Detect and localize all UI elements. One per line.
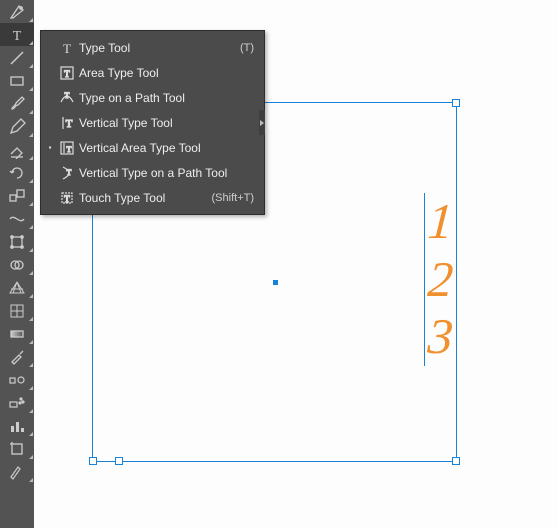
flyout-item-vertical-type[interactable]: T Vertical Type Tool xyxy=(41,110,264,135)
flyout-item-type[interactable]: T Type Tool(T) xyxy=(41,35,264,60)
svg-text:T: T xyxy=(13,29,22,44)
svg-text:T: T xyxy=(67,145,72,154)
handle-bottom-left[interactable] xyxy=(89,457,97,465)
perspective-grid-tool[interactable] xyxy=(0,276,34,299)
flyout-item-vertical-area-type[interactable]: ▪ T Vertical Area Type Tool xyxy=(41,135,264,160)
type-path-icon: T xyxy=(55,90,79,106)
flyout-label: Type on a Path Tool xyxy=(79,91,254,105)
type-tool-flyout: T Type Tool(T) T Area Type Tool T Type on a P… xyxy=(40,30,265,215)
handle-top-right[interactable] xyxy=(452,99,460,107)
area-type-icon: T xyxy=(55,65,79,81)
text-number: 1 xyxy=(423,193,458,251)
vertical-area-type-icon: T xyxy=(55,140,79,156)
vertical-text-column[interactable]: 1 2 3 xyxy=(424,193,456,366)
flyout-label: Vertical Area Type Tool xyxy=(79,141,254,155)
svg-text:T: T xyxy=(63,41,71,56)
svg-text:T: T xyxy=(66,118,73,130)
rotate-tool[interactable] xyxy=(0,161,34,184)
flyout-shortcut: (T) xyxy=(240,42,254,54)
line-segment-tool[interactable] xyxy=(0,46,34,69)
shape-builder-tool[interactable] xyxy=(0,253,34,276)
text-number: 2 xyxy=(423,251,458,309)
pencil-tool[interactable] xyxy=(0,115,34,138)
svg-text:T: T xyxy=(65,91,70,100)
center-point xyxy=(273,280,278,285)
rectangle-tool[interactable] xyxy=(0,69,34,92)
toolbox: T xyxy=(0,0,34,528)
handle-bottom-right[interactable] xyxy=(452,457,460,465)
active-dot: ▪ xyxy=(45,143,55,152)
handle-text-anchor[interactable] xyxy=(115,457,123,465)
slice-tool[interactable] xyxy=(0,460,34,483)
flyout-label: Touch Type Tool xyxy=(79,191,212,205)
column-graph-tool[interactable] xyxy=(0,414,34,437)
scale-tool[interactable] xyxy=(0,184,34,207)
flyout-shortcut: (Shift+T) xyxy=(212,192,254,204)
width-tool[interactable] xyxy=(0,207,34,230)
flyout-label: Vertical Type Tool xyxy=(79,116,254,130)
flyout-item-touch-type[interactable]: T Touch Type Tool(Shift+T) xyxy=(41,185,264,210)
flyout-label: Type Tool xyxy=(79,41,240,55)
eyedropper-tool[interactable] xyxy=(0,345,34,368)
text-number: 3 xyxy=(423,308,458,366)
type-tool[interactable]: T xyxy=(0,23,34,46)
eraser-tool[interactable] xyxy=(0,138,34,161)
gradient-tool[interactable] xyxy=(0,322,34,345)
free-transform-tool[interactable] xyxy=(0,230,34,253)
paintbrush-tool[interactable] xyxy=(0,92,34,115)
pen-tool[interactable] xyxy=(0,0,34,23)
type-icon: T xyxy=(55,40,79,56)
submenu-arrow-icon xyxy=(259,110,265,135)
flyout-item-type-path[interactable]: T Type on a Path Tool xyxy=(41,85,264,110)
mesh-tool[interactable] xyxy=(0,299,34,322)
svg-text:T: T xyxy=(64,69,70,79)
svg-text:T: T xyxy=(67,168,72,177)
flyout-label: Area Type Tool xyxy=(79,66,254,80)
artboard-tool[interactable] xyxy=(0,437,34,460)
flyout-item-vertical-type-path[interactable]: T Vertical Type on a Path Tool xyxy=(41,160,264,185)
symbol-sprayer-tool[interactable] xyxy=(0,391,34,414)
flyout-label: Vertical Type on a Path Tool xyxy=(79,166,254,180)
vertical-type-icon: T xyxy=(55,115,79,131)
touch-type-icon: T xyxy=(55,190,79,206)
vertical-type-path-icon: T xyxy=(55,165,79,181)
svg-text:T: T xyxy=(64,194,70,204)
flyout-item-area-type[interactable]: T Area Type Tool xyxy=(41,60,264,85)
blend-tool[interactable] xyxy=(0,368,34,391)
